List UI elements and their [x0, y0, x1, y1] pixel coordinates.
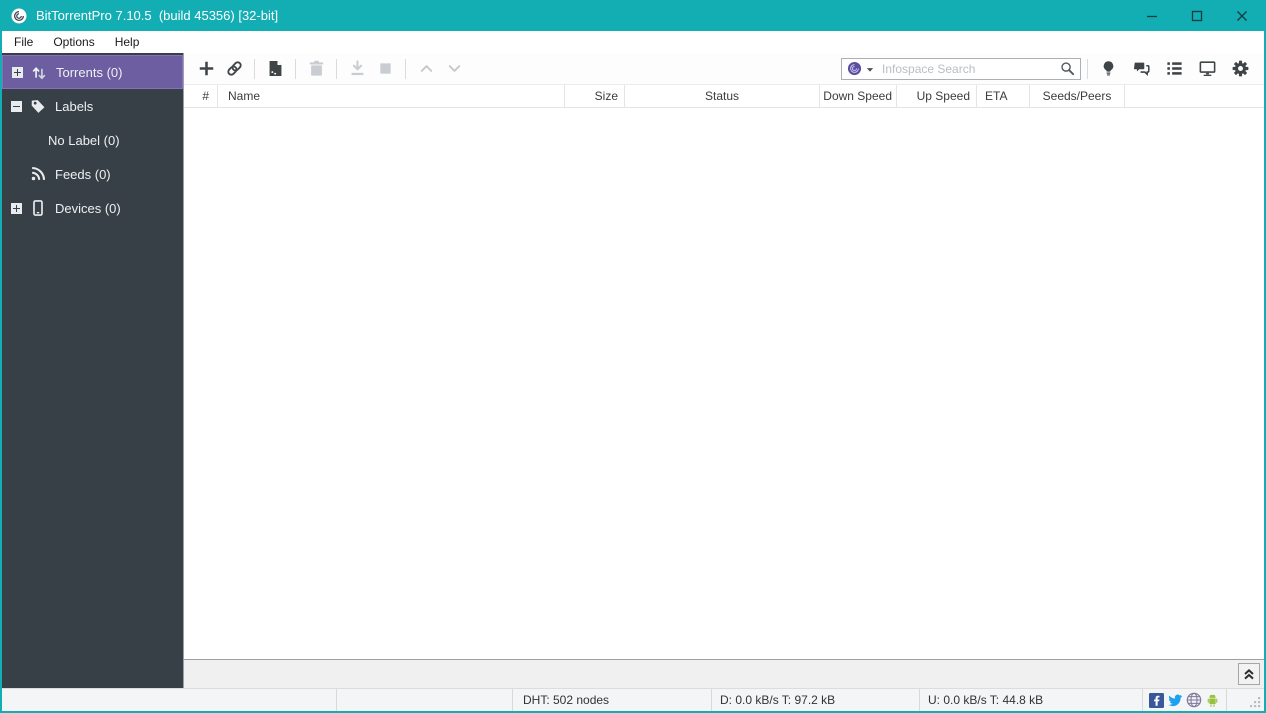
dht-status: DHT: 502 nodes [513, 689, 712, 711]
add-torrent-url-button[interactable] [220, 56, 248, 82]
sidebar-item-torrents[interactable]: Torrents (0) [2, 55, 183, 89]
toolbar-separator [254, 58, 255, 79]
torrent-list-header: # Name Size Status Down Speed Up Speed E… [184, 84, 1264, 108]
double-chevron-up-icon [1244, 669, 1254, 680]
search-icon[interactable] [1059, 60, 1076, 77]
column-header-number[interactable]: # [184, 85, 218, 107]
collapse-icon[interactable] [11, 100, 22, 112]
window-title: BitTorrentPro 7.10.5 (build 45356) [32-b… [36, 8, 279, 23]
list-icon [1166, 62, 1182, 75]
chat-button[interactable] [1129, 56, 1153, 82]
remote-button[interactable] [1096, 56, 1120, 82]
toolbar [184, 53, 1264, 84]
sidebar-item-label: No Label (0) [48, 132, 120, 148]
column-header-size[interactable]: Size [565, 85, 625, 107]
move-up-queue-button[interactable] [412, 56, 440, 82]
search-input[interactable] [882, 61, 1059, 76]
menu-file[interactable]: File [4, 31, 43, 53]
sidebar-item-devices[interactable]: Devices (0) [2, 191, 183, 225]
close-button[interactable] [1219, 0, 1264, 31]
column-header-up-speed[interactable]: Up Speed [897, 85, 977, 107]
menubar: File Options Help [2, 31, 1264, 53]
plus-icon [199, 61, 213, 76]
add-torrent-button[interactable] [192, 56, 220, 82]
torrent-list-body[interactable] [184, 108, 1264, 660]
tag-icon [31, 100, 45, 113]
search-box [841, 57, 1081, 80]
sidebar-item-label: Labels [55, 98, 94, 114]
search-engine-logo-icon[interactable] [847, 61, 862, 76]
sidebar-item-labels[interactable]: Labels [2, 89, 183, 123]
column-header-name[interactable]: Name [218, 85, 565, 107]
menu-help[interactable]: Help [105, 31, 150, 53]
expand-detail-pane-button[interactable] [1238, 663, 1260, 685]
stop-torrent-button[interactable] [371, 56, 399, 82]
twitter-icon[interactable] [1167, 692, 1183, 708]
status-cell-grip [1227, 689, 1264, 711]
chevron-down-icon [448, 65, 460, 72]
new-document-icon [269, 60, 281, 77]
chevron-down-icon[interactable] [866, 67, 874, 73]
expand-icon[interactable] [11, 202, 22, 214]
toolbar-separator [1087, 58, 1088, 79]
column-header-down-speed[interactable]: Down Speed [820, 85, 897, 107]
column-header-filler [1125, 85, 1264, 107]
menu-options[interactable]: Options [43, 31, 104, 53]
minimize-button[interactable] [1129, 0, 1174, 31]
social-links [1143, 689, 1227, 711]
status-cell-empty-2 [337, 689, 513, 711]
smartphone-icon [33, 200, 43, 216]
move-down-queue-button[interactable] [440, 56, 468, 82]
resize-grip[interactable] [1249, 696, 1261, 708]
toolbar-separator [405, 58, 406, 79]
detailed-info-button[interactable] [1162, 56, 1186, 82]
remove-torrent-button[interactable] [302, 56, 330, 82]
download-icon [351, 60, 363, 76]
facebook-icon[interactable] [1149, 692, 1164, 708]
sidebar-item-feeds[interactable]: Feeds (0) [2, 157, 183, 191]
toolbar-separator [295, 58, 296, 79]
expand-icon[interactable] [12, 66, 23, 78]
updown-arrows-icon [32, 67, 46, 80]
link-icon [226, 61, 242, 76]
download-speed-status: D: 0.0 kB/s T: 97.2 kB [712, 689, 920, 711]
preferences-button[interactable] [1228, 56, 1252, 82]
devices-playback-button[interactable] [1195, 56, 1219, 82]
maximize-button[interactable] [1174, 0, 1219, 31]
monitor-icon [1199, 61, 1215, 77]
toolbar-separator [336, 58, 337, 79]
create-torrent-button[interactable] [261, 56, 289, 82]
column-header-eta[interactable]: ETA [977, 85, 1030, 107]
column-header-seeds-peers[interactable]: Seeds/Peers [1030, 85, 1125, 107]
sidebar-item-label: Feeds (0) [55, 166, 111, 182]
gear-icon [1232, 60, 1248, 77]
sidebar-item-label: Torrents (0) [56, 64, 123, 80]
statusbar: DHT: 502 nodes D: 0.0 kB/s T: 97.2 kB U:… [2, 688, 1264, 711]
rss-icon [31, 166, 46, 181]
globe-icon[interactable] [1186, 692, 1202, 708]
sidebar-item-no-label[interactable]: No Label (0) [2, 123, 183, 157]
stop-icon [379, 63, 391, 74]
titlebar: BitTorrentPro 7.10.5 (build 45356) [32-b… [2, 0, 1264, 31]
upload-speed-status: U: 0.0 kB/s T: 44.8 kB [920, 689, 1143, 711]
trash-icon [309, 60, 323, 76]
chat-bubbles-icon [1133, 62, 1150, 76]
chevron-up-icon [420, 65, 432, 72]
sidebar: Torrents (0) Labels No Label (0) Feeds (… [2, 53, 183, 688]
status-cell-empty-1 [2, 689, 337, 711]
android-icon[interactable] [1205, 693, 1220, 708]
detail-pane-strip [184, 660, 1264, 688]
start-torrent-button[interactable] [343, 56, 371, 82]
column-header-status[interactable]: Status [625, 85, 820, 107]
bittorrent-logo-icon [11, 8, 27, 23]
sidebar-item-label: Devices (0) [55, 200, 121, 216]
app-window: BitTorrentPro 7.10.5 (build 45356) [32-b… [0, 0, 1266, 713]
lightbulb-icon [1103, 61, 1113, 76]
